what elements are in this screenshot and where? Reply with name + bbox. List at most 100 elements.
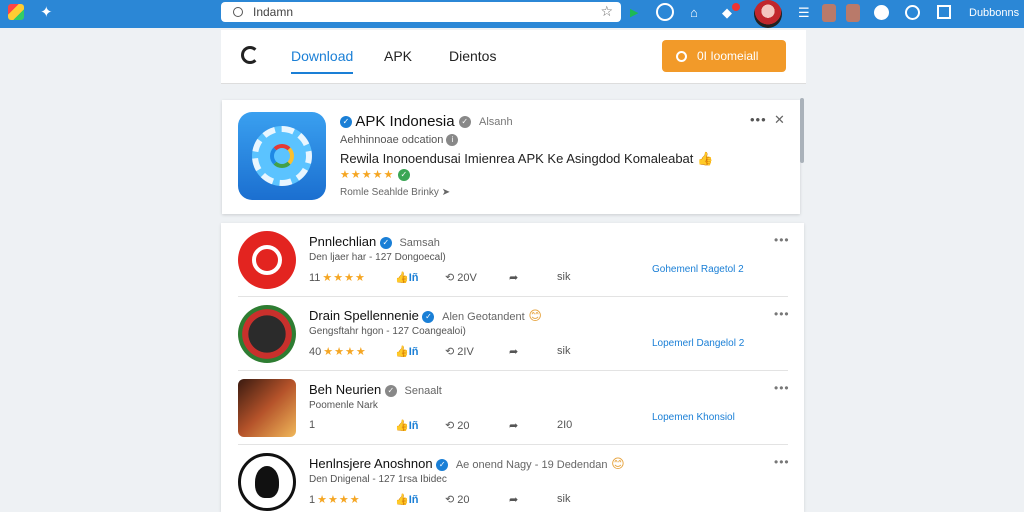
list-item[interactable]: Beh Neurien ✓ Senaalt Poomenle Nark 1 👍I… bbox=[238, 371, 790, 445]
app-icon[interactable] bbox=[238, 231, 296, 289]
verified-badge-icon: ✓ bbox=[458, 116, 471, 129]
notifications-icon[interactable]: ◆ bbox=[722, 4, 732, 22]
app-name-text: Henlnsjere Anoshnon bbox=[309, 456, 433, 471]
tab-dientos[interactable]: Dientos bbox=[449, 48, 496, 64]
featured-title[interactable]: ✓ APK Indonesia ✓ bbox=[340, 113, 471, 130]
app-icon[interactable] bbox=[238, 305, 296, 363]
repost-count: 20 bbox=[457, 494, 470, 506]
sparkle-icon[interactable]: ✦ bbox=[40, 4, 53, 22]
list-item[interactable]: Pnnlechlian ✓ Samsah Den ljaer har - 127… bbox=[238, 223, 790, 297]
featured-subtitle-text: Aehhinnoae odcation bbox=[340, 134, 444, 146]
repost-count: 20 bbox=[457, 420, 470, 432]
repost-icon[interactable]: ⟲ 20 bbox=[445, 419, 470, 432]
app-logo-icon[interactable] bbox=[8, 4, 24, 20]
repost-icon[interactable]: ⟲ 2IV bbox=[445, 345, 474, 358]
share-count: 2I0 bbox=[557, 419, 573, 431]
app-icon[interactable] bbox=[238, 379, 296, 437]
like-icon[interactable]: 👍Iñ bbox=[395, 271, 418, 284]
verified-icon: ✓ bbox=[436, 458, 449, 471]
rating-number: 11 bbox=[309, 272, 321, 284]
site-logo-icon[interactable] bbox=[241, 46, 259, 64]
gear-center-icon bbox=[270, 144, 294, 168]
download-link[interactable]: Gohemenl Ragetol 2 bbox=[652, 264, 744, 275]
list-icon[interactable]: ☰ bbox=[798, 4, 810, 22]
rating-number: 1 bbox=[309, 419, 316, 431]
more-options-icon[interactable]: ••• bbox=[774, 455, 790, 469]
rating-number: 40 bbox=[309, 346, 322, 358]
share-count: sik bbox=[557, 345, 571, 357]
scrollbar[interactable] bbox=[800, 98, 804, 163]
share-icon[interactable]: ➦ bbox=[509, 493, 518, 506]
clock-icon[interactable] bbox=[905, 5, 920, 20]
window-icon[interactable] bbox=[937, 5, 951, 19]
tab-apk[interactable]: APK bbox=[384, 48, 412, 64]
notification-badge bbox=[732, 3, 740, 11]
timer-icon[interactable] bbox=[656, 3, 674, 21]
repost-icon[interactable]: ⟲ 20 bbox=[445, 493, 470, 506]
app-subtitle: Poomenle Nark bbox=[309, 400, 378, 411]
list-item[interactable]: Drain Spellennenie ✓ Alen Geotandent 😊 G… bbox=[238, 297, 790, 371]
repost-icon[interactable]: ⟲ 20V bbox=[445, 271, 477, 284]
search-icon bbox=[676, 50, 687, 62]
app-icon-ring bbox=[252, 245, 282, 275]
app-name[interactable]: Pnnlechlian ✓ Samsah bbox=[309, 234, 440, 249]
more-options-icon[interactable]: ••• bbox=[774, 233, 790, 247]
rating-number: 1 bbox=[309, 494, 316, 506]
avatar[interactable] bbox=[754, 0, 782, 28]
app-author: Alen Geotandent bbox=[442, 311, 525, 323]
button-label: 0I Ioomeiall bbox=[697, 49, 759, 63]
profile-thumbnail-icon-2[interactable] bbox=[846, 4, 860, 22]
rating-value: 1 bbox=[309, 419, 317, 431]
featured-app-icon[interactable] bbox=[238, 112, 326, 200]
close-icon[interactable]: ✕ bbox=[774, 112, 785, 128]
profile-label[interactable]: Dubbonns bbox=[969, 7, 1019, 19]
featured-handle: Alsanh bbox=[479, 116, 513, 128]
tab-download[interactable]: Download bbox=[291, 48, 354, 74]
more-options-icon[interactable]: ••• bbox=[750, 112, 767, 127]
more-options-icon[interactable]: ••• bbox=[774, 307, 790, 321]
rating-stars: ★★★★ bbox=[323, 346, 367, 358]
featured-rating: ★★★★★ ✓ bbox=[340, 168, 411, 182]
repost-count: 20V bbox=[457, 272, 477, 284]
search-icon bbox=[233, 7, 243, 17]
app-name-text: Drain Spellennenie bbox=[309, 308, 419, 323]
site-header: Download APK Dientos 0I Ioomeiall bbox=[221, 30, 806, 84]
download-link[interactable]: Lopemerl Dangelol 2 bbox=[652, 338, 744, 349]
address-bar[interactable]: Indamn ☆ bbox=[221, 2, 621, 22]
featured-title-text: APK Indonesia bbox=[355, 113, 455, 130]
search-download-button[interactable]: 0I Ioomeiall bbox=[662, 40, 786, 72]
check-icon: ✓ bbox=[398, 169, 411, 182]
share-icon[interactable]: ➦ bbox=[509, 419, 518, 432]
info-icon: i bbox=[446, 134, 459, 147]
share-icon[interactable]: ➦ bbox=[509, 345, 518, 358]
home-icon[interactable]: ⌂ bbox=[690, 4, 698, 22]
share-icon[interactable]: ➦ bbox=[509, 271, 518, 284]
app-name[interactable]: Drain Spellennenie ✓ Alen Geotandent 😊 bbox=[309, 308, 542, 324]
like-icon[interactable]: 👍Iñ bbox=[395, 419, 418, 432]
share-count: sik bbox=[557, 493, 571, 505]
like-icon[interactable]: 👍Iñ bbox=[395, 493, 418, 506]
featured-description: Rewila Inonoendusai Imienrea APK Ke Asin… bbox=[340, 151, 713, 167]
like-count: Iñ bbox=[408, 494, 419, 506]
play-icon[interactable]: ▶ bbox=[630, 4, 638, 22]
featured-description-text: Rewila Inonoendusai Imienrea APK Ke Asin… bbox=[340, 151, 694, 166]
bookmark-star-icon[interactable]: ☆ bbox=[600, 3, 613, 20]
more-options-icon[interactable]: ••• bbox=[774, 381, 790, 395]
rating-value: 1 ★★★★ bbox=[309, 493, 361, 506]
list-item[interactable]: Henlnsjere Anoshnon ✓ Ae onend Nagy - 19… bbox=[238, 445, 790, 512]
download-link[interactable]: Lopemen Khonsiol bbox=[652, 412, 735, 423]
app-icon-figure bbox=[255, 466, 279, 498]
profile-thumbnail-icon[interactable] bbox=[822, 4, 836, 22]
app-icon[interactable] bbox=[238, 453, 296, 511]
verified-icon: ✓ bbox=[422, 310, 435, 323]
app-name-text: Pnnlechlian bbox=[309, 234, 377, 249]
app-subtitle: Gengsftahr hgon - 127 Coangealoi) bbox=[309, 326, 466, 337]
featured-small-text[interactable]: Romle Seahlde Brinky ➤ bbox=[340, 187, 450, 198]
rating-stars: ★★★★ bbox=[322, 272, 366, 284]
like-count: Iñ bbox=[408, 346, 419, 358]
like-icon[interactable]: 👍Iñ bbox=[395, 345, 418, 358]
status-dot-icon[interactable] bbox=[874, 5, 889, 20]
featured-app-card[interactable]: ✓ APK Indonesia ✓ Alsanh Aehhinnoae odca… bbox=[222, 100, 800, 214]
app-name[interactable]: Beh Neurien ✓ Senaalt bbox=[309, 382, 442, 397]
app-name[interactable]: Henlnsjere Anoshnon ✓ Ae onend Nagy - 19… bbox=[309, 456, 625, 472]
